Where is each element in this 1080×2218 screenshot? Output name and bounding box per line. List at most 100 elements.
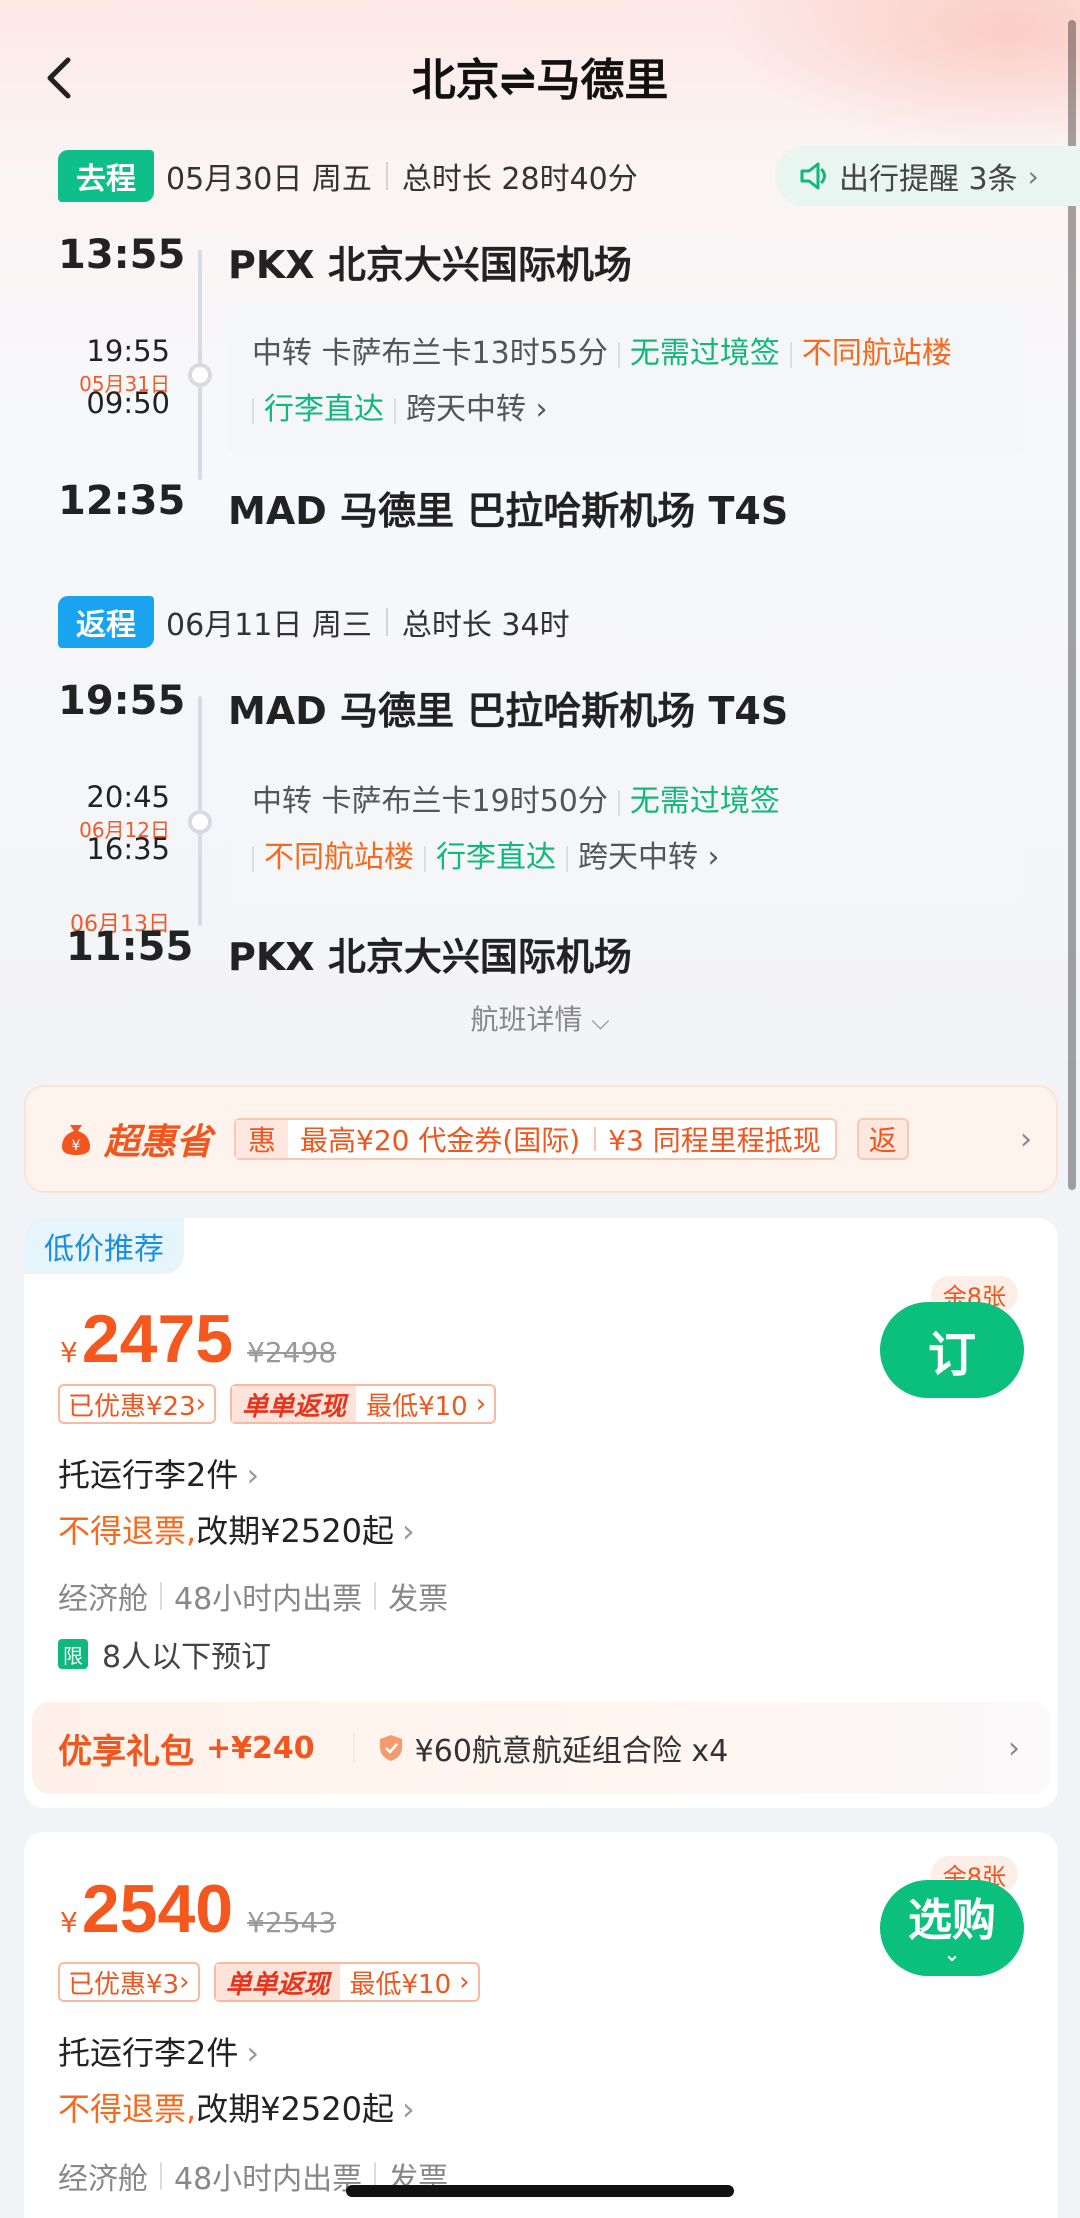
outbound-depart-time: 13:55 bbox=[58, 232, 186, 278]
baggage-through-label: 行李直达 bbox=[436, 840, 556, 875]
divider bbox=[374, 1582, 377, 1610]
discount-chips: 已优惠¥23 › 单单返现 最低¥10 › bbox=[58, 1384, 510, 1424]
outbound-arrive-time: 12:35 bbox=[58, 478, 186, 524]
no-visa-label: 无需过境签 bbox=[629, 336, 780, 371]
baggage-link[interactable]: 托运行李2件 › bbox=[58, 2028, 259, 2074]
chevron-down-icon: ⌵ bbox=[591, 1007, 610, 1035]
discount-chip[interactable]: 已优惠¥23 › bbox=[58, 1384, 217, 1424]
change-label: 改期¥2520起 bbox=[196, 1512, 394, 1550]
promo-brand: 超惠省 bbox=[104, 1122, 213, 1163]
baggage-link[interactable]: 托运行李2件 › bbox=[58, 1450, 259, 1496]
promo-deal2-text: ¥3 同程里程抵现 bbox=[608, 1124, 821, 1157]
gift-price: +¥240 bbox=[206, 1730, 315, 1766]
header: 北京⇌马德里 bbox=[0, 30, 1080, 126]
divider bbox=[617, 789, 620, 816]
fare-card[interactable]: 低价推荐 ¥ 2475 ¥2498 已优惠¥23 › 单单返现 最低¥10 › 托… bbox=[24, 1218, 1058, 1808]
booking-limit: 限 8人以下预订 bbox=[58, 1632, 271, 1676]
fare-price: 2475 bbox=[81, 1301, 234, 1377]
layover-arrive-time: 20:45 bbox=[86, 780, 170, 814]
divider bbox=[385, 608, 388, 636]
fare-card[interactable]: ¥ 2540 ¥2543 已优惠¥3 › 单单返现 最低¥10 › 托运行李2件 ›… bbox=[24, 1832, 1058, 2218]
limit-icon: 限 bbox=[58, 1639, 88, 1669]
home-indicator[interactable] bbox=[346, 2185, 734, 2197]
return-arrive-time: 11:55 bbox=[66, 924, 194, 970]
choose-button[interactable]: 选购 ⌄ bbox=[880, 1880, 1024, 1976]
issue-label: 48小时内出票 bbox=[174, 2162, 363, 2197]
outbound-duration: 总时长 28时40分 bbox=[401, 162, 638, 197]
discount-chips: 已优惠¥3 › 单单返现 最低¥10 › bbox=[58, 1962, 494, 2002]
discount-label: 已优惠¥3 bbox=[68, 1969, 180, 2000]
chevron-right-icon: › bbox=[459, 1967, 470, 1997]
chevron-right-icon: › bbox=[179, 1967, 190, 1997]
chevron-right-icon: › bbox=[246, 1456, 260, 1494]
limit-label: 8人以下预订 bbox=[102, 1640, 272, 1675]
promo-banner[interactable]: ¥ 超惠省 惠 最高¥20 代金券(国际) ¥3 同程里程抵现 返 › bbox=[24, 1085, 1058, 1193]
cabin-label: 经济舱 bbox=[58, 1582, 148, 1617]
transfer-info[interactable]: 中转 卡萨布兰卡13时55分 无需过境签 不同航站楼 行李直达 跨天中转 › bbox=[228, 308, 1024, 456]
cashback-chip[interactable]: 单单返现 最低¥10 › bbox=[213, 1962, 480, 2002]
chevron-right-icon: › bbox=[698, 840, 720, 875]
chevron-right-icon: › bbox=[1020, 1121, 1032, 1157]
svg-text:¥: ¥ bbox=[72, 1138, 81, 1154]
travel-reminder-button[interactable]: 出行提醒 3条 › bbox=[775, 146, 1080, 206]
overnight-transfer-link[interactable]: 跨天中转 bbox=[578, 840, 698, 875]
layover-depart-time: 16:35 bbox=[86, 832, 170, 866]
flight-detail-label: 航班详情 bbox=[470, 1003, 583, 1036]
chevron-right-icon: › bbox=[526, 392, 548, 427]
chevron-right-icon: › bbox=[402, 1512, 415, 1550]
divider bbox=[252, 397, 254, 424]
chevron-right-icon: › bbox=[1027, 159, 1039, 193]
transfer-city: 中转 卡萨布兰卡13时55分 bbox=[252, 336, 608, 371]
cashback-value: 最低¥10 bbox=[366, 1391, 468, 1422]
gift-description: ¥60航意航延组合险 x4 bbox=[414, 1734, 729, 1769]
transfer-info[interactable]: 中转 卡萨布兰卡19时50分 无需过境签 不同航站楼 行李直达 跨天中转 › bbox=[228, 756, 1024, 904]
outbound-depart-airport: PKX 北京大兴国际机场 bbox=[228, 243, 632, 287]
price-row: ¥ 2540 ¥2543 bbox=[60, 1870, 336, 1948]
overnight-transfer-link[interactable]: 跨天中转 bbox=[406, 392, 526, 427]
change-label: 改期¥2520起 bbox=[196, 2090, 394, 2128]
baggage-label: 托运行李2件 bbox=[58, 1456, 239, 1494]
cashback-chip[interactable]: 单单返现 最低¥10 › bbox=[230, 1384, 497, 1424]
original-price: ¥2543 bbox=[247, 1906, 337, 1939]
outbound-tag: 去程 bbox=[58, 150, 154, 202]
return-header: 返程 06月11日 周三 总时长 34时 bbox=[58, 594, 570, 650]
divider bbox=[394, 397, 396, 424]
return-depart-airport: MAD 马德里 巴拉哈斯机场 T4S bbox=[228, 689, 789, 733]
promo-tag-2: 返 bbox=[856, 1118, 909, 1160]
return-tag: 返程 bbox=[58, 596, 154, 648]
transfer-city: 中转 卡萨布兰卡19时50分 bbox=[252, 784, 608, 819]
return-depart-time: 19:55 bbox=[58, 678, 186, 724]
discount-chip[interactable]: 已优惠¥3 › bbox=[58, 1962, 200, 2002]
layover-arrive-time: 19:55 bbox=[86, 334, 170, 368]
timeline-dot bbox=[188, 363, 212, 387]
gift-title: 优享礼包 bbox=[58, 1731, 194, 1772]
divider bbox=[789, 341, 792, 368]
fare-price: 2540 bbox=[81, 1871, 234, 1947]
divider bbox=[424, 845, 426, 872]
cabin-label: 经济舱 bbox=[58, 2162, 148, 2197]
gift-package[interactable]: 优享礼包 +¥240 ¥60航意航延组合险 x4 › bbox=[32, 1702, 1050, 1794]
refund-label: 不得退票, bbox=[58, 1512, 197, 1550]
fare-meta: 经济舱 48小时内出票 发票 bbox=[58, 1574, 448, 1618]
divider bbox=[160, 2162, 162, 2190]
promo-deal: 惠 最高¥20 代金券(国际) ¥3 同程里程抵现 bbox=[234, 1118, 837, 1160]
cashback-value: 最低¥10 bbox=[349, 1969, 452, 2000]
refund-change-link[interactable]: 不得退票,改期¥2520起 › bbox=[58, 1506, 415, 1552]
book-button[interactable]: 订 bbox=[880, 1302, 1024, 1398]
refund-change-link[interactable]: 不得退票,改期¥2520起 › bbox=[58, 2084, 415, 2130]
return-duration: 总时长 34时 bbox=[401, 608, 570, 643]
flight-detail-toggle[interactable]: 航班详情 ⌵ bbox=[0, 998, 1080, 1038]
cashback-label: 单单返现 bbox=[215, 1964, 340, 2000]
return-date: 06月11日 周三 bbox=[166, 608, 372, 643]
outbound-header: 去程 05月30日 周五 总时长 28时40分 bbox=[58, 148, 638, 204]
chevron-right-icon: › bbox=[475, 1389, 487, 1419]
low-price-badge: 低价推荐 bbox=[24, 1218, 184, 1274]
discount-label: 已优惠¥23 bbox=[68, 1391, 196, 1422]
baggage-label: 托运行李2件 bbox=[58, 2034, 239, 2072]
money-bag-icon: ¥ bbox=[62, 1125, 90, 1155]
layover-depart-time: 09:50 bbox=[86, 386, 170, 420]
terminal-change-label: 不同航站楼 bbox=[264, 840, 414, 875]
refund-label: 不得退票, bbox=[58, 2090, 197, 2128]
promo-tag: 惠 bbox=[236, 1120, 289, 1158]
terminal-change-label: 不同航站楼 bbox=[801, 336, 952, 371]
